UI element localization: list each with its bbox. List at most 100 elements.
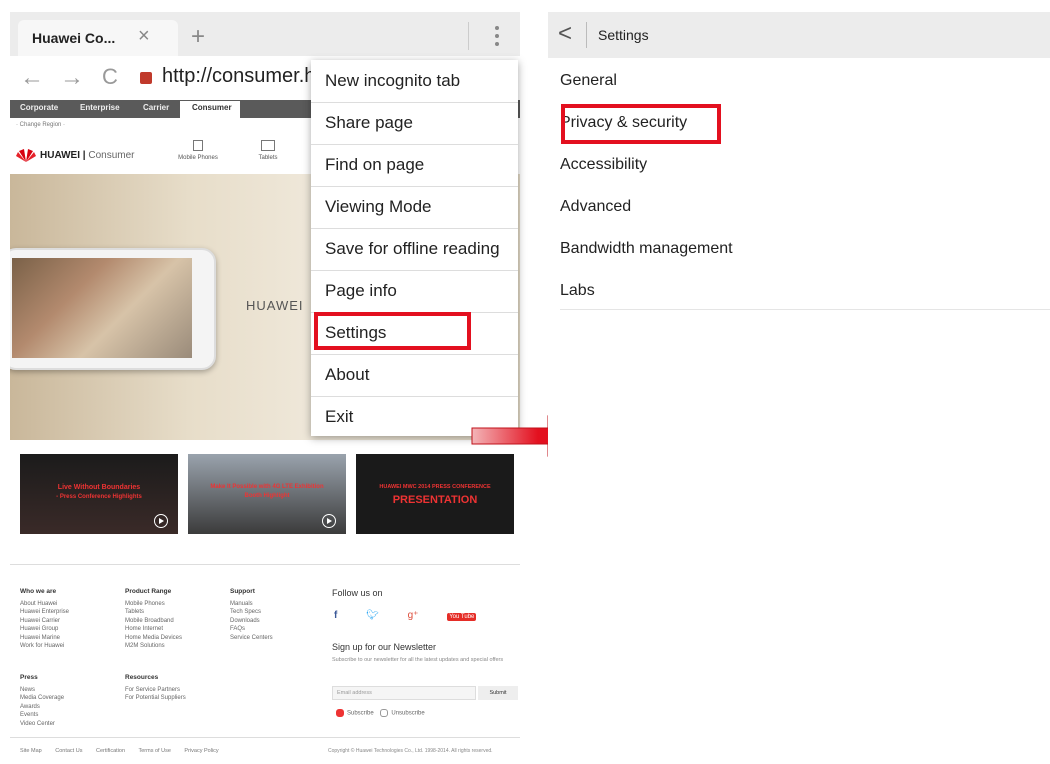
follow-us-label: Follow us on xyxy=(332,588,383,598)
footer-link[interactable]: Certification xyxy=(96,748,125,754)
change-region-link[interactable]: · Change Region · xyxy=(16,122,65,128)
menu-item-page-info[interactable]: Page info xyxy=(311,270,518,313)
footer-link[interactable]: Home Media Devices xyxy=(125,634,182,643)
menu-item-viewing-mode[interactable]: Viewing Mode xyxy=(311,186,518,229)
twitter-icon[interactable]: 🐦︎ xyxy=(366,610,379,621)
overflow-menu-icon[interactable] xyxy=(492,24,502,48)
footer-link[interactable]: Huawei Carrier xyxy=(20,617,69,626)
footer-link[interactable]: Work for Huawei xyxy=(20,642,69,651)
settings-item-advanced[interactable]: Advanced xyxy=(560,198,1040,216)
subscribe-radio[interactable] xyxy=(336,709,344,717)
brand-name: HUAWEI xyxy=(40,150,80,161)
play-icon[interactable] xyxy=(154,514,168,528)
newsletter-email-input[interactable]: Email address xyxy=(332,686,476,700)
divider xyxy=(560,309,1050,310)
settings-header: < Settings xyxy=(548,12,1050,58)
video-thumbnail[interactable]: HUAWEI MWC 2014 PRESS CONFERENCE PRESENT… xyxy=(356,454,514,534)
footer-link[interactable]: Site Map xyxy=(20,748,42,754)
menu-item-new-incognito-tab[interactable]: New incognito tab xyxy=(311,60,518,103)
footer-link[interactable]: Mobile Phones xyxy=(125,600,182,609)
settings-item-accessibility[interactable]: Accessibility xyxy=(560,156,1040,174)
menu-item-about[interactable]: About xyxy=(311,354,518,397)
settings-item-bandwidth[interactable]: Bandwidth management xyxy=(560,240,1040,258)
video-thumbnail[interactable]: Live Without Boundaries - Press Conferen… xyxy=(20,454,178,534)
social-links: f 🐦︎ g⁺ You Tube xyxy=(334,610,502,621)
footer-col-resources: Resources For Service Partners For Poten… xyxy=(125,674,186,703)
settings-item-labs[interactable]: Labs xyxy=(560,282,1040,300)
menu-item-label: Page info xyxy=(325,281,397,300)
menu-item-label: Viewing Mode xyxy=(325,197,432,216)
video-title: Live Without Boundaries xyxy=(57,484,141,491)
footer-link[interactable]: Huawei Enterprise xyxy=(20,608,69,617)
site-nav-enterprise[interactable]: Enterprise xyxy=(80,103,120,112)
newsletter-submit-button[interactable]: Submit xyxy=(478,686,518,700)
facebook-icon[interactable]: f xyxy=(334,610,337,621)
footer-link[interactable]: Huawei Marine xyxy=(20,634,69,643)
menu-item-label: New incognito tab xyxy=(325,71,461,90)
copyright-text: Copyright © Huawei Technologies Co., Ltd… xyxy=(328,748,493,754)
footer-link[interactable]: For Potential Suppliers xyxy=(125,694,186,703)
footer-link[interactable]: Media Coverage xyxy=(20,694,64,703)
footer-link[interactable]: Huawei Group xyxy=(20,625,69,634)
site-brand: HUAWEI | Consumer xyxy=(40,150,135,161)
footer-link[interactable]: Video Center xyxy=(20,720,64,729)
footer-link[interactable]: Events xyxy=(20,711,64,720)
nav-mobile-phones[interactable]: Mobile Phones xyxy=(178,140,218,161)
youtube-icon[interactable]: You Tube xyxy=(447,613,477,621)
footer-link[interactable]: Contact Us xyxy=(55,748,82,754)
browser-tab[interactable]: Huawei Co... × xyxy=(18,20,178,56)
site-nav-carrier[interactable]: Carrier xyxy=(143,103,169,112)
settings-highlight-box xyxy=(314,312,471,350)
newsletter-heading: Sign up for our Newsletter xyxy=(332,642,437,652)
site-nav-consumer[interactable]: Consumer xyxy=(192,103,232,112)
footer-bottom-links: Site Map Contact Us Certification Terms … xyxy=(20,748,231,754)
reload-icon[interactable]: C xyxy=(102,64,118,90)
back-icon[interactable]: ← xyxy=(20,64,44,92)
site-nav-corporate[interactable]: Corporate xyxy=(20,103,58,112)
forward-icon[interactable]: → xyxy=(60,64,84,92)
settings-item-general[interactable]: General xyxy=(560,72,1040,90)
footer-link[interactable]: Manuals xyxy=(230,600,273,609)
footer-heading: Support xyxy=(230,588,255,595)
google-plus-icon[interactable]: g⁺ xyxy=(408,610,419,621)
huawei-logo-icon xyxy=(16,149,36,162)
menu-item-label: Share page xyxy=(325,113,413,132)
footer-link[interactable]: Service Centers xyxy=(230,634,273,643)
footer-link[interactable]: About Huawei xyxy=(20,600,69,609)
footer-link[interactable]: Home Internet xyxy=(125,625,182,634)
overflow-menu: New incognito tab Share page Find on pag… xyxy=(311,60,518,436)
carousel-dots[interactable] xyxy=(230,432,280,450)
back-chevron-icon[interactable]: < xyxy=(558,20,572,48)
video-subtitle: PRESENTATION xyxy=(392,494,478,506)
footer-link[interactable]: Privacy Policy xyxy=(184,748,218,754)
subscribe-radio-group: Subscribe Unsubscribe xyxy=(336,709,425,717)
menu-item-find-on-page[interactable]: Find on page xyxy=(311,144,518,187)
nav-tablets[interactable]: Tablets xyxy=(248,140,288,161)
footer-col-press: Press News Media Coverage Awards Events … xyxy=(20,674,64,728)
footer-link[interactable]: Awards xyxy=(20,703,64,712)
footer-link[interactable]: Downloads xyxy=(230,617,273,626)
play-icon[interactable] xyxy=(322,514,336,528)
footer-link[interactable]: News xyxy=(20,686,64,695)
nav-mobile-phones-label: Mobile Phones xyxy=(178,155,218,161)
url-field[interactable]: http://consumer.hu xyxy=(162,65,327,88)
new-tab-button[interactable]: + xyxy=(178,20,218,56)
phone-icon xyxy=(193,140,203,151)
footer-link[interactable]: Terms of Use xyxy=(138,748,170,754)
menu-item-label: About xyxy=(325,365,370,384)
footer-link[interactable]: For Service Partners xyxy=(125,686,186,695)
privacy-highlight-box xyxy=(561,104,721,144)
footer-link[interactable]: M2M Solutions xyxy=(125,642,182,651)
unsubscribe-radio[interactable] xyxy=(380,709,389,717)
footer-link[interactable]: FAQs xyxy=(230,625,273,634)
tab-close-icon[interactable]: × xyxy=(138,25,150,48)
menu-item-share-page[interactable]: Share page xyxy=(311,102,518,145)
footer-link[interactable]: Mobile Broadband xyxy=(125,617,182,626)
video-thumbnail[interactable]: Make It Possible with 4G LTE Exhibition … xyxy=(188,454,346,534)
newsletter-description: Subscribe to our newsletter for all the … xyxy=(332,657,504,663)
menu-item-save-offline[interactable]: Save for offline reading xyxy=(311,228,518,271)
divider xyxy=(586,22,587,48)
footer-link[interactable]: Tablets xyxy=(125,608,182,617)
divider xyxy=(468,22,469,50)
footer-link[interactable]: Tech Specs xyxy=(230,608,273,617)
